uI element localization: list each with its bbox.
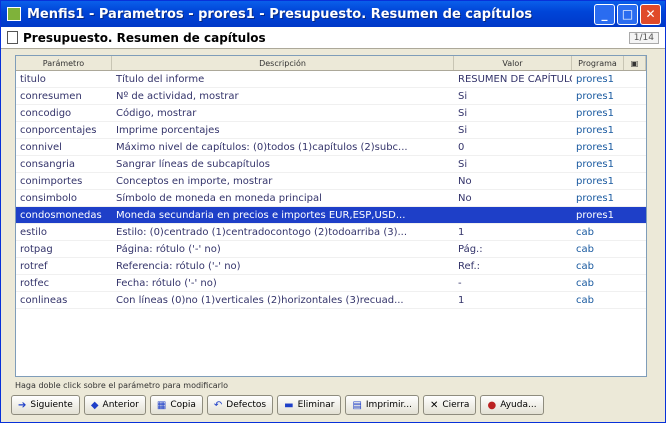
column-header-program[interactable]: Programa — [572, 56, 624, 70]
table-row[interactable]: conresumen Nº de actividad, mostrar Si pror… — [16, 88, 646, 105]
table-row[interactable]: conimportes Conceptos en importe, mostrar… — [16, 173, 646, 190]
title-bar[interactable]: Menfis1 - Parametros - prores1 - Presupu… — [1, 1, 665, 27]
table-row[interactable]: rotfec Fecha: rótulo ('-' no) - cab — [16, 275, 646, 292]
window: Menfis1 - Parametros - prores1 - Presupu… — [0, 0, 666, 423]
page-title: Presupuesto. Resumen de capítulos — [23, 30, 266, 45]
arrow-previous-icon: ◆ — [90, 399, 99, 411]
maximize-button[interactable]: □ — [617, 3, 638, 25]
delete-icon: ▬ — [284, 399, 294, 411]
column-header-desc[interactable]: Descripción — [112, 56, 454, 70]
copy-button[interactable]: ▦ Copia — [149, 395, 203, 415]
copy-icon: ▦ — [156, 399, 167, 411]
print-button[interactable]: ▤ Imprimir... — [345, 395, 419, 415]
defaults-button[interactable]: ↶ Defectos — [206, 395, 274, 415]
arrow-next-icon: ➔ — [18, 399, 27, 411]
table-row[interactable]: rotref Referencia: rótulo ('-' no) Ref.: ca… — [16, 258, 646, 275]
table-row[interactable]: estilo Estilo: (0)centrado (1)centradocon… — [16, 224, 646, 241]
table-row[interactable]: titulo Título del informe RESUMEN DE CAPÍT… — [16, 71, 646, 88]
printer-icon: ▤ — [352, 399, 362, 411]
next-button[interactable]: ➔ Siguiente — [11, 395, 80, 415]
table-row[interactable]: concodigo Código, mostrar Si prores1 — [16, 105, 646, 122]
column-settings-icon[interactable]: ▣ — [624, 56, 646, 70]
window-title: Menfis1 - Parametros - prores1 - Presupu… — [27, 6, 533, 22]
previous-button[interactable]: ◆ Anterior — [83, 395, 146, 415]
toolbar: ➔ Siguiente ◆ Anterior ▦ Copia ↶ Defectos ▬ E… — [11, 395, 544, 415]
table-row[interactable]: rotpag Página: rótulo ('-' no) Pág.: cab — [16, 241, 646, 258]
undo-icon: ↶ — [213, 399, 223, 411]
help-button[interactable]: ● Ayuda... — [480, 395, 544, 415]
close-window-button[interactable]: ✕ Cierra — [422, 395, 477, 415]
table-row[interactable]: connivel Máximo nivel de capítulos: (0)to… — [16, 139, 646, 156]
report-header: Presupuesto. Resumen de capítulos 1/14 — [1, 27, 665, 49]
column-header-param[interactable]: Parámetro — [16, 56, 112, 70]
table-row-selected[interactable]: condosmonedas Moneda secundaria en precio… — [16, 207, 646, 224]
table-row[interactable]: consimbolo Símbolo de moneda en moneda pr… — [16, 190, 646, 207]
table-row[interactable]: consangria Sangrar líneas de subcapítulos… — [16, 156, 646, 173]
app-icon — [7, 7, 21, 21]
help-icon: ● — [487, 399, 497, 411]
close-button[interactable]: ✕ — [640, 3, 661, 25]
column-header-value[interactable]: Valor — [454, 56, 572, 70]
close-x-icon: ✕ — [429, 399, 439, 411]
table-row[interactable]: conporcentajes Imprime porcentajes Si prore… — [16, 122, 646, 139]
page-counter: 1/14 — [628, 31, 659, 44]
table-row[interactable]: conlineas Con líneas (0)no (1)verticales … — [16, 292, 646, 309]
minimize-button[interactable]: _ — [594, 3, 615, 25]
delete-button[interactable]: ▬ Eliminar — [277, 395, 342, 415]
document-icon — [7, 31, 18, 44]
table-header: Parámetro Descripción Valor Programa ▣ — [16, 56, 646, 71]
parameters-table: Parámetro Descripción Valor Programa ▣ t… — [15, 55, 647, 377]
status-hint: Haga doble click sobre el parámetro para… — [15, 381, 229, 390]
